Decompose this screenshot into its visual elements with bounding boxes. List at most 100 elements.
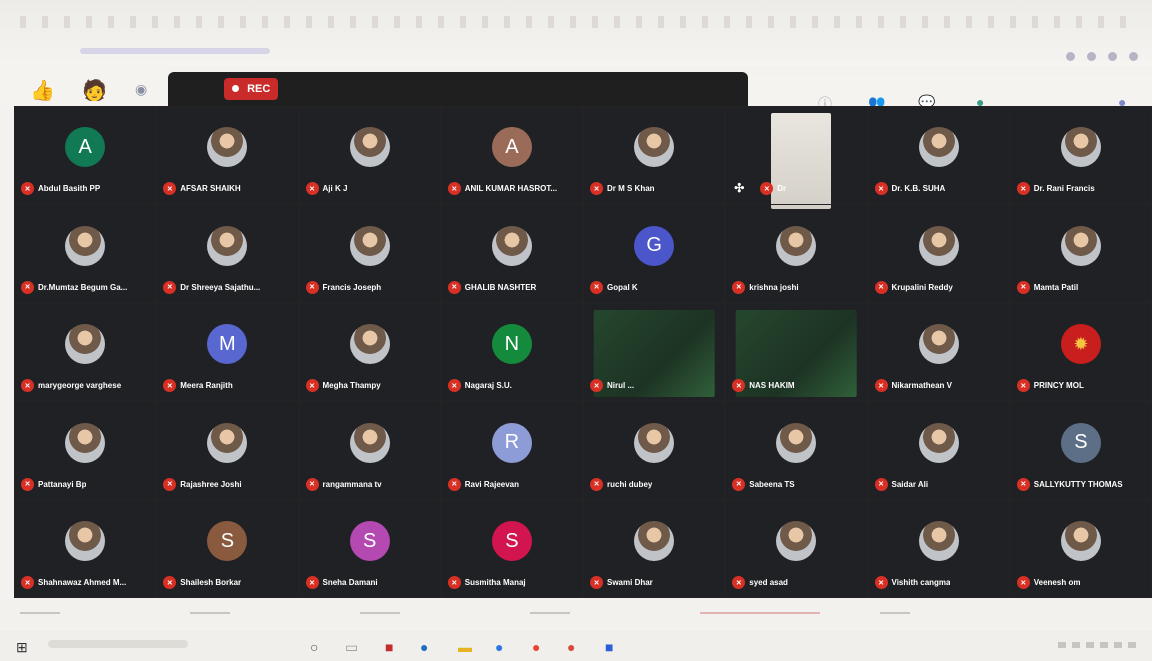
taskbar-search-box[interactable]: [48, 640, 188, 648]
participant-avatar: S: [349, 521, 390, 562]
participant-name: Rajashree Joshi: [180, 479, 242, 489]
participant-tile[interactable]: ✕ Rajashree Joshi: [156, 401, 299, 500]
participant-tile[interactable]: ✕ Nikarmathean V: [867, 302, 1010, 402]
participant-tile[interactable]: ✕ Megha Thampy: [298, 302, 441, 402]
participant-name: Aji K J: [322, 184, 348, 194]
participant-tile[interactable]: ✕ AFSAR SHAIKH: [156, 106, 299, 205]
participant-avatar: [918, 422, 959, 463]
participant-tile[interactable]: S ✕ Susmitha Manaj: [440, 499, 583, 598]
participant-tile[interactable]: S ✕ Sneha Damani: [298, 499, 441, 598]
participant-tile[interactable]: ✕ Pattanayi Bp: [14, 401, 157, 500]
app-icon[interactable]: ●: [495, 639, 503, 655]
participant-avatar: [918, 324, 959, 365]
edge-browser-icon[interactable]: ●: [420, 639, 428, 655]
participant-tile[interactable]: ✕ GHALIB NASHTER: [440, 204, 583, 303]
participant-tile[interactable]: ✕ NAS HAKIM: [725, 302, 868, 402]
participant-avatar: G: [634, 225, 675, 266]
toolbar-left: 👍 🧑 ◉: [0, 66, 168, 106]
participant-name: Ravi Rajeevan: [464, 479, 520, 489]
browser-controls: [1066, 52, 1138, 61]
participant-name: Meera Ranjith: [180, 381, 233, 391]
participant-tile[interactable]: ✕ ruchi dubey: [583, 401, 726, 500]
participant-tile[interactable]: G ✕ Gopal K: [583, 204, 726, 303]
participant-name: GHALIB NASHTER: [464, 282, 537, 292]
cortana-icon[interactable]: ○: [310, 639, 318, 655]
participant-avatar: [918, 127, 959, 168]
participant-tile[interactable]: A ✕ ANIL KUMAR HASROT...: [440, 106, 583, 205]
participant-tile[interactable]: A ✕ Abdul Basith PP: [14, 106, 157, 205]
pin-icon[interactable]: ✣: [734, 181, 744, 195]
participant-tile[interactable]: ✕ Dr Shreeya Sajathu...: [156, 204, 299, 303]
participant-name: Krupalini Reddy: [891, 282, 953, 292]
participant-tile[interactable]: ✕ Nirul ...: [583, 302, 726, 402]
participant-avatar: [918, 521, 959, 562]
participant-tile[interactable]: R ✕ Ravi Rajeevan: [440, 401, 583, 500]
participant-tile[interactable]: ✕ Francis Joseph: [298, 204, 441, 303]
participant-tile[interactable]: ✕ Dr M S Khan: [583, 106, 726, 205]
participant-avatar: [776, 225, 817, 266]
windows-start-icon[interactable]: ⊞: [16, 639, 28, 656]
participant-tile[interactable]: ✕ syed asad: [725, 499, 868, 598]
mic-off-icon: ✕: [1016, 379, 1030, 393]
participant-name: SALLYKUTTY THOMAS: [1033, 479, 1123, 489]
participant-name: Dr. Rani Francis: [1033, 184, 1095, 194]
participant-name: Mamta Patil: [1033, 282, 1079, 292]
participant-name: Dr Shreeya Sajathu...: [180, 282, 261, 292]
participant-tile[interactable]: ✹ ✕ PRINCY MOL: [1009, 302, 1152, 402]
recording-badge: REC: [224, 78, 279, 100]
mic-off-icon: ✕: [874, 477, 888, 491]
participant-tile[interactable]: ✕ Veenesh om: [1009, 499, 1152, 598]
participant-tile[interactable]: ✣ ✕ Dr: [725, 106, 868, 209]
participant-avatar: [65, 324, 106, 365]
participant-avatar: [349, 324, 390, 365]
participant-tile[interactable]: ✕ Sabeena TS: [725, 401, 868, 500]
app-icon-2[interactable]: ●: [567, 639, 575, 655]
avatar-initial: S: [505, 529, 519, 552]
app-icon-3[interactable]: ■: [605, 639, 613, 655]
participant-tile[interactable]: ✕ marygeorge varghese: [14, 302, 157, 402]
participant-tile[interactable]: N ✕ Nagaraj S.U.: [440, 302, 583, 402]
mic-off-icon: ✕: [21, 280, 34, 294]
participant-tile[interactable]: ✕ krishna joshi: [725, 204, 868, 303]
participant-avatar: S: [207, 521, 248, 562]
participant-tile[interactable]: ✕ rangammana tv: [298, 401, 441, 500]
participant-tile[interactable]: ✕ Dr.Mumtaz Begum Ga...: [14, 204, 157, 303]
participant-name: Sabeena TS: [749, 479, 795, 489]
participant-tile[interactable]: ✕ Shahnawaz Ahmed M...: [14, 499, 157, 598]
participant-avatar: [634, 127, 675, 168]
participant-tile[interactable]: ✕ Saidar Ali: [867, 401, 1010, 500]
participant-tile[interactable]: S ✕ SALLYKUTTY THOMAS: [1009, 401, 1152, 500]
participant-tile[interactable]: ✕ Dr. Rani Francis: [1009, 106, 1152, 205]
thumbs-up-icon[interactable]: 👍: [30, 78, 55, 103]
mic-off-icon: ✕: [305, 182, 319, 196]
participant-avatar: R: [491, 422, 532, 463]
participant-avatar: [349, 225, 390, 266]
participant-name: Gopal K: [607, 282, 638, 292]
mic-off-icon: ✕: [732, 280, 746, 294]
participant-tile[interactable]: ✕ Dr. K.B. SUHA: [867, 106, 1010, 205]
participant-name: Veenesh om: [1033, 578, 1081, 587]
file-explorer-icon[interactable]: ▬: [458, 639, 472, 655]
chrome-icon[interactable]: ●: [532, 639, 540, 655]
task-view-icon[interactable]: ▭: [345, 639, 358, 656]
participant-tile[interactable]: S ✕ Shailesh Borkar: [156, 499, 299, 598]
mic-off-icon: ✕: [590, 477, 603, 491]
participant-tile[interactable]: ✕ Krupalini Reddy: [867, 204, 1010, 303]
participant-tile[interactable]: ✕ Swami Dhar: [583, 499, 726, 598]
participant-name-label: ✕ Megha Thampy: [305, 379, 381, 393]
participant-name-label: ✕ marygeorge varghese: [21, 379, 121, 393]
mail-app-icon[interactable]: ■: [385, 639, 393, 655]
participant-tile[interactable]: M ✕ Meera Ranjith: [156, 302, 299, 402]
participant-name: Dr.Mumtaz Begum Ga...: [38, 282, 128, 292]
participant-tile[interactable]: ✕ Aji K J: [298, 106, 441, 205]
participant-tile[interactable]: ✕ Mamta Patil: [1009, 204, 1152, 303]
windows-taskbar: ⊞ ○ ▭ ■ ● ▬ ● ● ● ■: [0, 630, 1152, 661]
avatar-initial: A: [505, 135, 519, 158]
participant-tile[interactable]: ✕ Vishith cangma: [867, 499, 1010, 598]
person-icon[interactable]: 🧑: [82, 78, 107, 103]
mic-off-icon: ✕: [163, 477, 177, 491]
participant-name-label: ✕ Dr. Rani Francis: [1016, 182, 1095, 196]
participant-name-label: ✕ Meera Ranjith: [163, 379, 233, 393]
participant-name-label: ✕ Sneha Damani: [305, 576, 378, 589]
participant-avatar: A: [65, 127, 106, 168]
